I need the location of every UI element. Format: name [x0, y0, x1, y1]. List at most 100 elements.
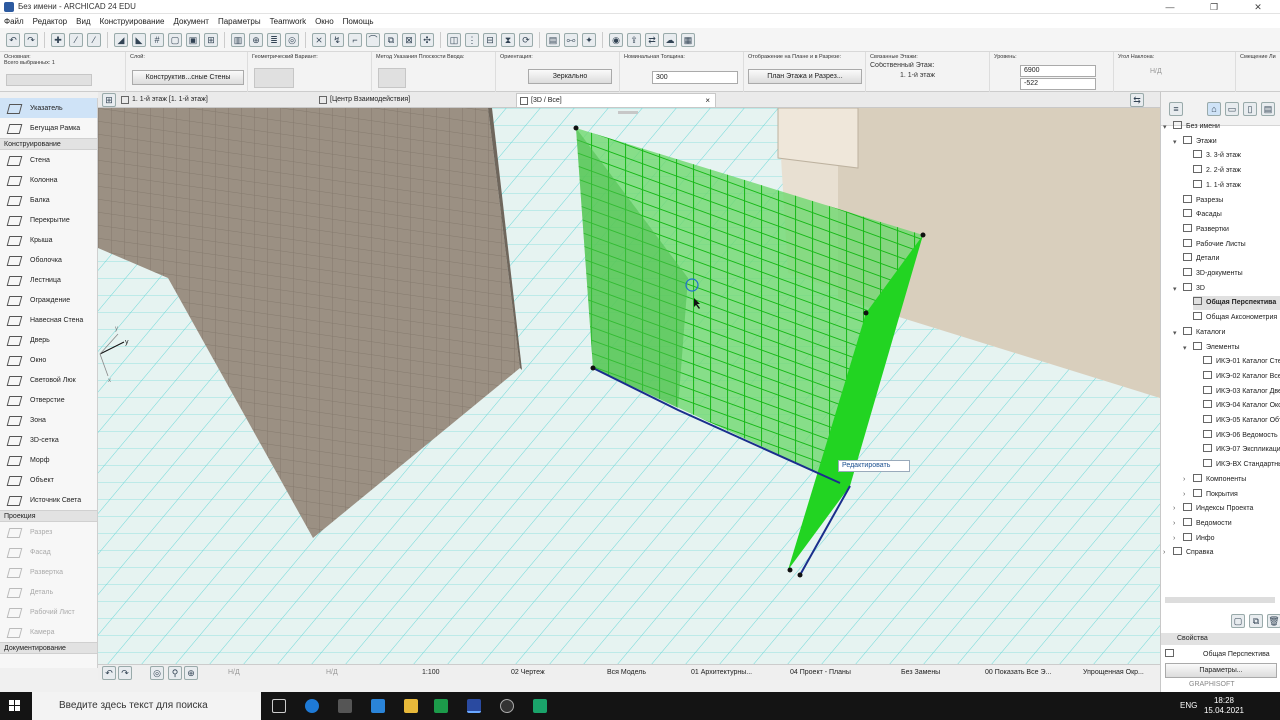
fillet-icon[interactable]: ⌒ — [366, 32, 380, 47]
eyedropper-icon[interactable]: ⁄ — [69, 32, 83, 47]
minimize-button[interactable]: — — [1148, 0, 1192, 14]
layer-combination-selector[interactable]: 01 Архитектурны... — [691, 665, 752, 681]
group-view-header[interactable]: Проекция — [0, 510, 97, 522]
clone-view-icon[interactable]: ⧉ — [1249, 614, 1263, 628]
thickness-field[interactable]: 300 — [652, 71, 738, 84]
menu-view[interactable]: Вид — [76, 17, 90, 26]
tree-schedule[interactable]: ИКЭ-ВХ Стандартны — [1203, 458, 1280, 472]
scale-selector[interactable]: 1:100 — [422, 665, 440, 681]
tool-pointer[interactable]: Указатель — [0, 98, 97, 118]
navigator-scrollbar[interactable] — [1165, 597, 1275, 603]
new-view-icon[interactable]: ▢ — [1231, 614, 1245, 628]
menu-help[interactable]: Помощь — [343, 17, 374, 26]
tree-3d-view[interactable]: Общая Перспектива — [1193, 296, 1280, 311]
tree-expand-icon[interactable]: › — [1163, 549, 1165, 556]
task-view-icon[interactable] — [272, 699, 286, 713]
publisher-icon[interactable]: ▤ — [1261, 102, 1275, 116]
tree-3d-view[interactable]: Общая Аксонометрия — [1193, 311, 1277, 325]
split-icon[interactable]: ↯ — [330, 32, 344, 47]
wall-node[interactable] — [797, 572, 803, 578]
explorer-icon[interactable] — [404, 699, 418, 713]
taskbar-search-input[interactable]: Введите здесь текст для поиска — [32, 692, 261, 720]
menu-document[interactable]: Документ — [173, 17, 209, 26]
tree-expand-icon[interactable]: ▾ — [1173, 285, 1177, 293]
obs-icon[interactable] — [500, 699, 514, 713]
tree-story[interactable]: 2. 2-й этаж — [1193, 164, 1241, 178]
tree-item-bottom[interactable]: Ведомости — [1183, 517, 1232, 531]
tab-overview-icon[interactable]: ⊞ — [102, 93, 116, 107]
chart-icon[interactable]: ▥ — [231, 32, 245, 47]
tree-expand-icon[interactable]: ▾ — [1163, 123, 1167, 131]
adjust-icon[interactable]: ⌐ — [348, 32, 362, 47]
windows-start-icon[interactable] — [9, 700, 21, 712]
maximize-button[interactable]: ❐ — [1192, 0, 1236, 14]
syringe-icon[interactable]: ⁄ — [87, 32, 101, 47]
tab-floor-plan[interactable]: 1. 1-й этаж [1. 1-й этаж] — [118, 93, 314, 107]
distribute-icon[interactable]: ⋮ — [465, 32, 479, 47]
tool-item[interactable]: Навесная Стена — [0, 310, 97, 330]
3d-scene[interactable]: y y x — [98, 108, 1160, 664]
navigator-menu-icon[interactable]: ≡ — [1169, 102, 1183, 116]
tree-help[interactable]: Справка — [1173, 546, 1213, 560]
layout-book-icon[interactable]: ▯ — [1243, 102, 1257, 116]
viewport-drag-handle[interactable] — [618, 111, 638, 114]
home-story-value[interactable]: 1. 1-й этаж — [870, 72, 985, 79]
tree-folder[interactable]: Разрезы — [1183, 194, 1223, 208]
tree-schedule[interactable]: ИКЭ-07 Экспликация — [1203, 443, 1280, 457]
share-icon[interactable]: ⇄ — [645, 32, 659, 47]
tab-3d-all[interactable]: [3D / Все] × — [516, 93, 716, 107]
layers-icon[interactable]: ≣ — [267, 32, 281, 47]
tree-schedule[interactable]: ИКЭ-01 Каталог Стен — [1203, 355, 1280, 369]
group-design-header[interactable]: Конструирование — [0, 138, 97, 150]
menu-window[interactable]: Окно — [315, 17, 334, 26]
floorplan-dropdown[interactable]: План Этажа и Разрез... — [748, 69, 862, 84]
tool-item[interactable]: Крыша — [0, 230, 97, 250]
palette-icon[interactable]: ▦ — [681, 32, 695, 47]
tree-root[interactable]: Без имени — [1173, 120, 1220, 134]
tree-folder[interactable]: Детали — [1183, 252, 1219, 266]
trim-icon[interactable]: ⨯ — [312, 32, 326, 47]
menu-teamwork[interactable]: Teamwork — [270, 17, 306, 26]
tool-item[interactable]: Лестница — [0, 270, 97, 290]
publish-icon[interactable]: ⇪ — [627, 32, 641, 47]
intersect-icon[interactable]: ⊠ — [402, 32, 416, 47]
archicad-taskbar-icon[interactable] — [467, 699, 481, 713]
menu-edit[interactable]: Редактор — [33, 17, 67, 26]
redo-view-icon[interactable]: ↷ — [118, 666, 132, 680]
tree-schedule[interactable]: ИКЭ-03 Каталог Двер — [1203, 385, 1280, 399]
snap-icon[interactable]: ◣ — [132, 32, 146, 47]
tree-expand-icon[interactable]: › — [1173, 535, 1175, 542]
tool-item[interactable]: Световой Люк — [0, 370, 97, 390]
tree-schedule[interactable]: ИКЭ-06 Ведомость П — [1203, 429, 1280, 443]
offset-icon[interactable]: ⧉ — [384, 32, 398, 47]
tree-expand-icon[interactable]: › — [1173, 520, 1175, 527]
gravity-icon[interactable]: ◢ — [114, 32, 128, 47]
rotate-icon[interactable]: ⟳ — [519, 32, 533, 47]
graphic-override-selector[interactable]: Без Замены — [901, 665, 940, 681]
grid-icon[interactable]: # — [150, 32, 164, 47]
tool-item[interactable]: Морф — [0, 450, 97, 470]
delete-view-icon[interactable]: 🗑 — [1267, 614, 1280, 628]
wall-node[interactable] — [573, 125, 579, 131]
hotlink-icon[interactable]: ⧟ — [564, 32, 578, 47]
menu-options[interactable]: Параметры — [218, 17, 261, 26]
menu-design[interactable]: Конструирование — [100, 17, 165, 26]
wall-node[interactable] — [863, 310, 869, 316]
tool-item[interactable]: Ограждение — [0, 290, 97, 310]
tool-item[interactable]: Источник Света — [0, 490, 97, 510]
tree-schedule[interactable]: ИКЭ-02 Каталог Всех — [1203, 370, 1280, 384]
tree-expand-icon[interactable]: › — [1183, 491, 1185, 498]
tool-item[interactable]: Дверь — [0, 330, 97, 350]
layer-dropdown[interactable]: Конструктив...сные Стены — [132, 70, 244, 85]
tree-expand-icon[interactable]: › — [1183, 476, 1185, 483]
tab-menu-icon[interactable]: ⇆ — [1130, 93, 1144, 107]
wall-node[interactable] — [590, 365, 596, 371]
tree-coverings[interactable]: Покрытия — [1193, 488, 1238, 502]
group-document-header[interactable]: Документирование — [0, 642, 97, 654]
app-u-icon[interactable] — [533, 699, 547, 713]
tool-item[interactable]: Отверстие — [0, 390, 97, 410]
tree-components[interactable]: Компоненты — [1193, 473, 1246, 487]
tree-folder[interactable]: Рабочие Листы — [1183, 238, 1246, 252]
model-view-selector[interactable]: Вся Модель — [607, 665, 646, 681]
redo-icon[interactable]: ↷ — [24, 32, 38, 47]
